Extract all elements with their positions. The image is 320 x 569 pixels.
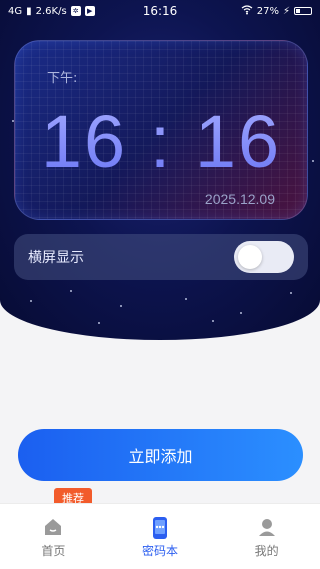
period-label: 下午: (47, 71, 78, 86)
landscape-toggle[interactable] (234, 241, 294, 273)
landscape-label: 横屏显示 (28, 250, 84, 266)
time-display: 16 : 16 (15, 99, 307, 184)
status-time: 16:16 (142, 4, 178, 18)
clock-card: 下午: 16 : 16 2025.12.09 (14, 40, 308, 220)
tab-mine[interactable]: 我的 (213, 504, 320, 569)
tab-bar: 首页 密码本 我的 (0, 503, 320, 569)
toggle-knob (238, 245, 262, 269)
tab-password-book-label: 密码本 (142, 544, 179, 558)
home-icon (42, 516, 64, 538)
landscape-setting-row: 横屏显示 (14, 234, 308, 280)
star (185, 298, 187, 300)
tab-home-label: 首页 (41, 544, 66, 558)
add-now-button[interactable]: 立即添加 (18, 429, 303, 481)
star (290, 292, 292, 294)
user-icon (256, 516, 278, 538)
battery-icon (294, 7, 312, 15)
star (312, 160, 314, 162)
tab-home[interactable]: 首页 (0, 504, 107, 569)
date-display: 2025.12.09 (204, 191, 275, 207)
star (240, 312, 242, 314)
star (98, 322, 100, 324)
tab-mine-label: 我的 (254, 544, 279, 558)
star (212, 320, 214, 322)
star (30, 300, 32, 302)
password-book-icon (149, 516, 171, 539)
star (70, 290, 72, 292)
tab-password-book[interactable]: 密码本 (107, 504, 214, 569)
star (120, 305, 122, 307)
status-bar: 4G ▮ 2.6K/s ✲ ▶ 16:16 27% ⚡ (0, 0, 320, 22)
